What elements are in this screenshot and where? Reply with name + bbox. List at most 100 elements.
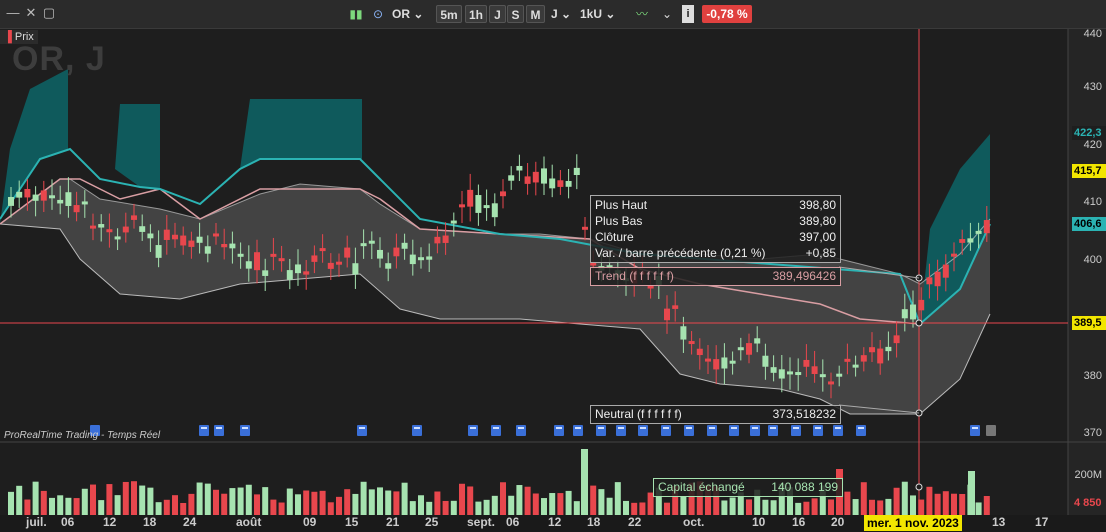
candle (352, 263, 359, 275)
tooltip-row: Var. / barre précédente (0,21 %) +0,85 (595, 246, 836, 260)
news-icon-line (663, 427, 669, 429)
volume-bar (532, 493, 539, 515)
x-tick: 25 (425, 515, 439, 529)
candle (836, 373, 843, 377)
x-tick: 06 (506, 515, 520, 529)
link-icon[interactable]: ⊙ (370, 5, 386, 23)
news-icon (596, 425, 606, 436)
news-icon-line (835, 427, 841, 429)
chart-style-icon[interactable]: 〰 (626, 5, 658, 23)
volume-bar (508, 495, 515, 515)
volume-bar (828, 499, 834, 515)
volume-bar (721, 500, 728, 515)
candle (860, 355, 867, 362)
price-chart[interactable] (0, 29, 1106, 532)
timeframe-daily-button[interactable]: J (489, 5, 506, 23)
candle (90, 225, 96, 229)
volume-bar (598, 489, 605, 515)
volume-bar (795, 502, 802, 515)
y-value-box: 422,3 (1072, 126, 1106, 140)
x-tick: juil. (26, 515, 47, 529)
timeframe-1h-button[interactable]: 1h (465, 5, 487, 23)
volume-bar (352, 493, 359, 515)
volume-bar (245, 484, 252, 515)
volume-bar (680, 496, 687, 515)
info-icon[interactable]: i (682, 5, 694, 23)
volume-bar (926, 486, 933, 515)
maximize-icon[interactable]: ▢ (42, 6, 56, 20)
x-tick: 09 (303, 515, 317, 529)
info-marker-icon (986, 425, 996, 436)
timeframe-weekly-button[interactable]: S (507, 5, 524, 23)
candle (360, 243, 367, 247)
volume-bar (549, 493, 556, 515)
volume-bar (803, 501, 810, 515)
volume-bar (204, 483, 211, 515)
news-icon (516, 425, 526, 436)
period-selector[interactable]: J ⌄ (551, 5, 573, 23)
candle (852, 364, 859, 368)
timeframe-monthly-button[interactable]: M (526, 5, 545, 23)
volume-bar (303, 490, 310, 515)
tooltip-row: Plus Bas 389,80 (595, 214, 836, 228)
volume-bar (442, 500, 449, 515)
candle (188, 240, 195, 247)
volume-bar (229, 488, 236, 515)
candle (204, 246, 211, 254)
volume-bar (188, 493, 195, 515)
toolbar: — ✕ ▢ ▮▮ ⊙ OR ⌄ 5m 1h J S M J ⌄ 1kU ⌄ 〰 … (0, 0, 1106, 29)
volume-bar (106, 484, 113, 515)
volume-bar (893, 487, 900, 515)
volume-bar (983, 496, 990, 515)
volume-bar (155, 502, 162, 515)
candle (770, 367, 777, 373)
news-icon (468, 425, 478, 436)
volume-bar (434, 491, 441, 515)
close-icon[interactable]: ✕ (24, 6, 38, 20)
volume-bar (131, 481, 137, 515)
news-icon (768, 425, 778, 436)
candle (754, 338, 761, 344)
news-icon-line (815, 427, 821, 429)
candle (81, 201, 88, 205)
volume-bar (32, 481, 39, 515)
volume-bar (409, 501, 416, 515)
volume-bar (393, 491, 400, 515)
x-tick: sept. (467, 515, 496, 529)
candle (910, 304, 916, 320)
candle (532, 171, 539, 183)
news-icon-line (242, 427, 248, 429)
units-selector[interactable]: 1kU ⌄ (580, 5, 620, 23)
candle (16, 191, 23, 198)
news-icon (750, 425, 760, 436)
candle (237, 253, 244, 257)
candle (819, 374, 826, 378)
volume-bar (360, 481, 367, 515)
volume-bar (606, 497, 613, 515)
chart-style-dropdown-icon[interactable]: ⌄ (660, 5, 674, 23)
candle (795, 372, 802, 376)
timeframe-5m-button[interactable]: 5m (436, 5, 462, 23)
y-tick: 380 (1083, 370, 1102, 382)
candle (459, 204, 465, 208)
candle (983, 220, 990, 234)
volume-bar (327, 502, 334, 515)
candlestick-icon[interactable]: ▮▮ (345, 5, 367, 23)
candle (180, 235, 187, 246)
minimize-icon[interactable]: — (6, 6, 20, 20)
volume-bar (942, 491, 949, 515)
volume-bar (516, 485, 523, 515)
volume-bar (122, 481, 129, 515)
candle (245, 261, 252, 269)
candle (721, 357, 728, 369)
volume-bar (385, 490, 392, 515)
volume-bar (426, 501, 433, 515)
candle (705, 358, 711, 362)
symbol-selector[interactable]: OR ⌄ (392, 5, 428, 23)
news-icon-line (972, 427, 978, 429)
volume-bar (664, 502, 670, 515)
x-tick: 24 (183, 515, 197, 529)
candle (442, 235, 449, 243)
pane-icon: ▐ (4, 31, 12, 43)
candle (475, 195, 482, 213)
